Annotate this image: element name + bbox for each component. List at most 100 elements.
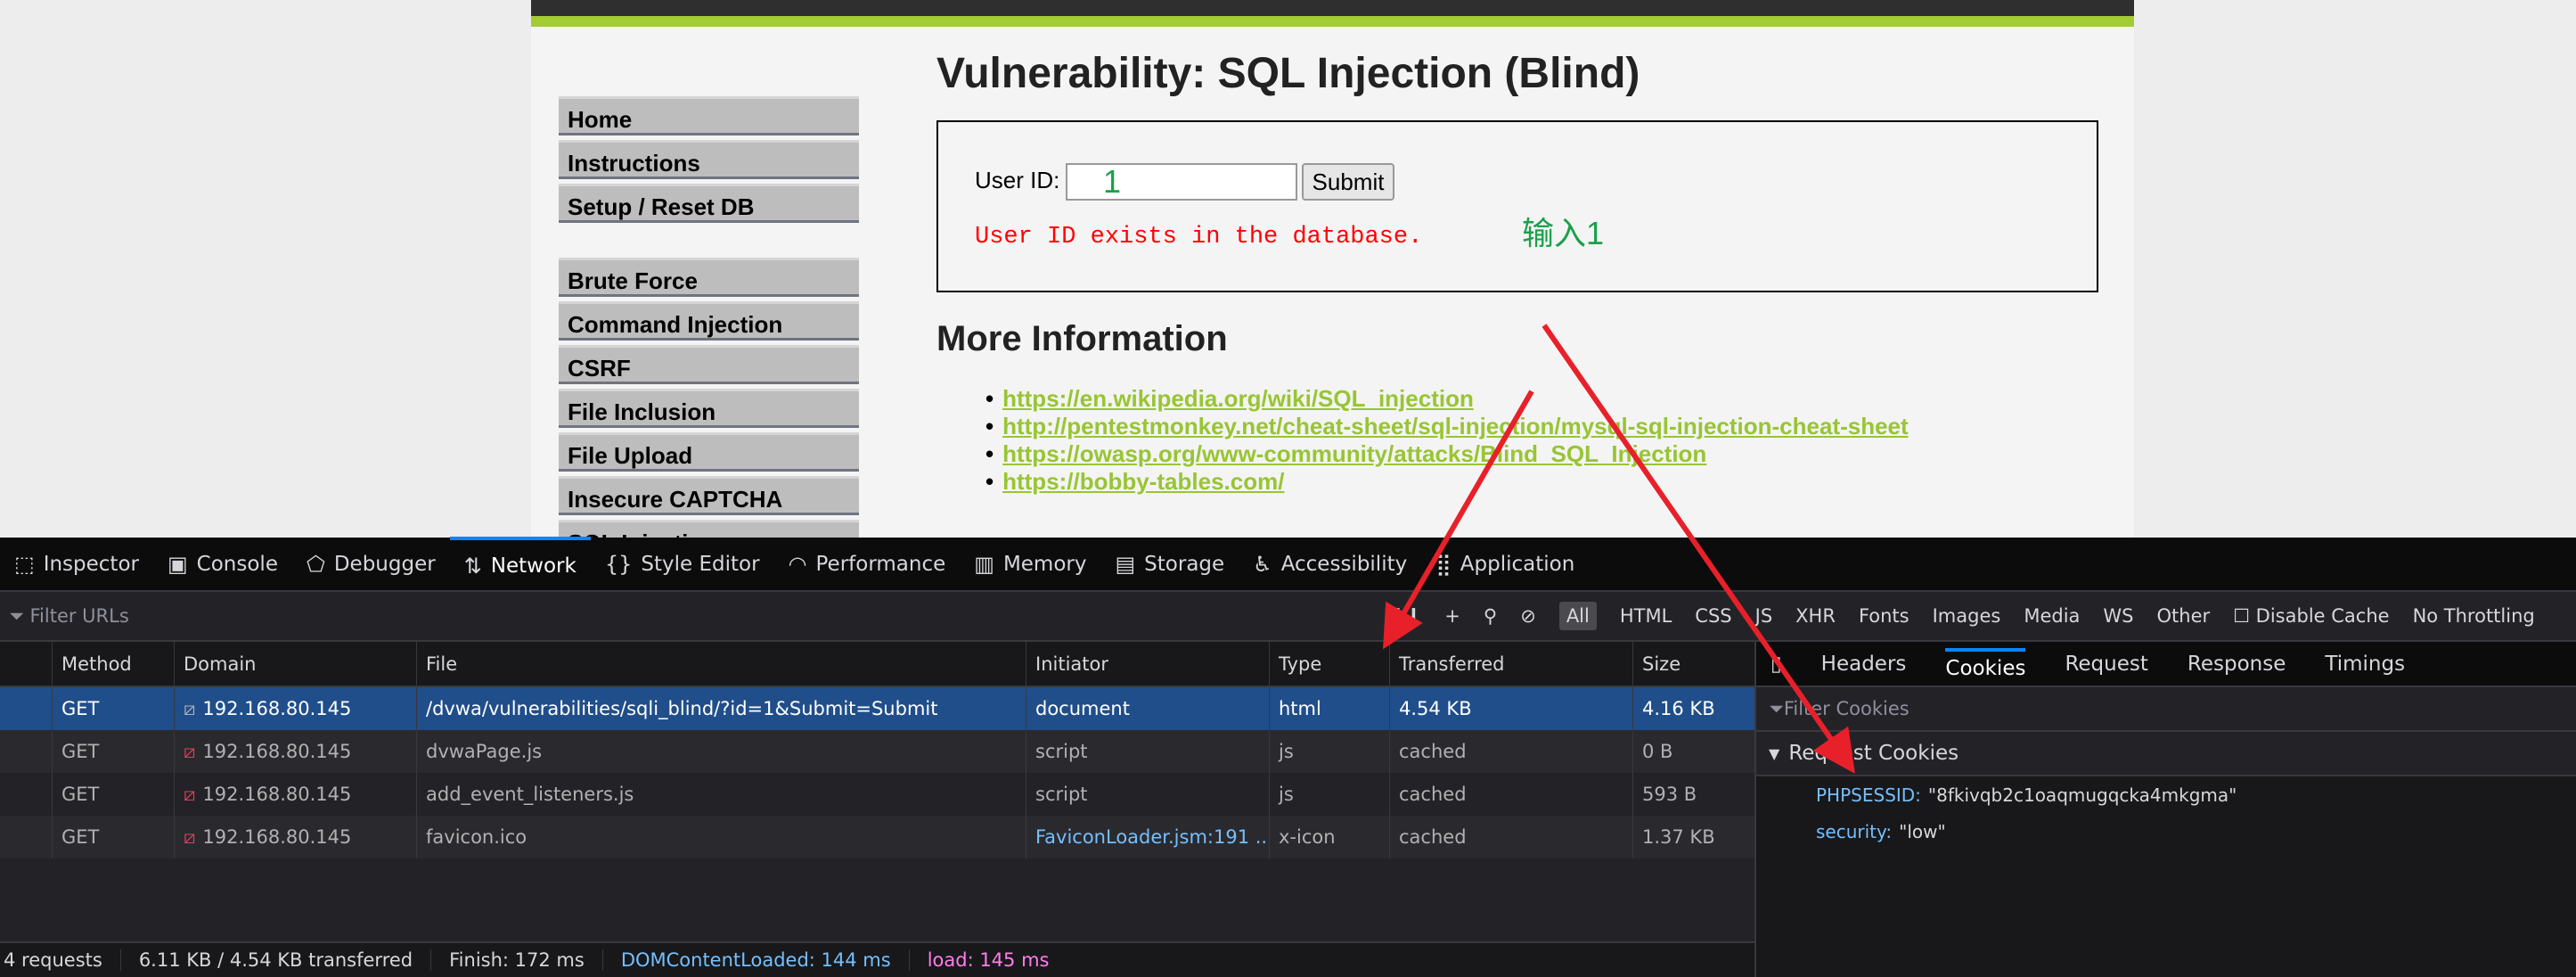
tab-label: Performance: [815, 552, 946, 576]
cell-text: 1.37 KB: [1642, 826, 1715, 848]
cell-text: dvwaPage.js: [426, 741, 543, 762]
table-row[interactable]: GET ⧄ 192.168.80.145 add_event_listeners.js…: [0, 773, 1754, 816]
link-owasp[interactable]: https://owasp.org/www-community/attacks/…: [1002, 440, 1706, 467]
cookie-phpsessid[interactable]: PHPSESSID: "8fkivqb2c1oaqmugqcka4mkgma": [1756, 776, 2576, 813]
type-filter-js[interactable]: JS: [1755, 605, 1773, 627]
annotation-text: 输入1: [1522, 215, 1605, 251]
clear-icon[interactable]: ⊘: [1520, 605, 1536, 627]
cell-file: dvwaPage.js: [417, 730, 1026, 773]
col-type[interactable]: Type: [1270, 642, 1390, 686]
tab-style-editor[interactable]: {} Style Editor: [591, 537, 774, 591]
submit-button[interactable]: Submit: [1302, 163, 1394, 201]
tab-label: Style Editor: [641, 552, 760, 576]
toggle-panel-icon[interactable]: ▯: [1770, 653, 1782, 676]
tab-accessibility[interactable]: ♿ Accessibility: [1239, 537, 1421, 591]
menu-file-inclusion[interactable]: File Inclusion: [559, 389, 859, 428]
row-gutter: [0, 730, 53, 773]
table-row[interactable]: GET ⧄ 192.168.80.145/dvwa/vulnerabilities/…: [0, 687, 1754, 730]
col-domain[interactable]: Domain: [175, 642, 417, 686]
cookie-name: security:: [1816, 820, 1893, 842]
disable-cache-label: Disable Cache: [2255, 605, 2390, 627]
cell-text: GET: [61, 826, 100, 848]
header-accent: [531, 16, 2134, 27]
performance-icon: ◠: [788, 551, 807, 577]
col-file[interactable]: File: [417, 642, 1026, 686]
request-cookies-header[interactable]: ▼ Request Cookies: [1756, 732, 2576, 776]
vulnerable-form-box: User ID: 1 Submit User ID exists in the …: [936, 120, 2098, 292]
col-method[interactable]: Method: [53, 642, 175, 686]
insecure-lock-icon: ⧄: [184, 783, 196, 805]
dom-content-loaded: DOMContentLoaded: 144 ms: [603, 949, 910, 971]
tab-label: Accessibility: [1280, 552, 1408, 576]
col-initiator[interactable]: Initiator: [1026, 642, 1270, 686]
braces-icon: {}: [604, 551, 633, 577]
tab-console[interactable]: ▣ Console: [153, 537, 292, 591]
type-filter-other[interactable]: Other: [2157, 605, 2211, 627]
cell-text: /dvwa/vulnerabilities/sqli_blind/?id=1&S…: [426, 698, 938, 719]
link-pentestmonkey[interactable]: http://pentestmonkey.net/cheat-sheet/sql…: [1002, 413, 1909, 439]
disable-cache-checkbox[interactable]: ☐ Disable Cache: [2233, 605, 2389, 627]
tab-inspector[interactable]: ⬚ Inspector: [0, 537, 153, 591]
tab-storage[interactable]: ▤ Storage: [1100, 537, 1239, 591]
throttling-select[interactable]: No Throttling: [2413, 605, 2535, 627]
cell-initiator: FaviconLoader.jsm:191 ...: [1026, 816, 1270, 858]
cell-text: GET: [61, 784, 100, 805]
tab-timings[interactable]: Timings: [2325, 653, 2405, 676]
cell-text: 192.168.80.145: [202, 698, 352, 719]
add-icon[interactable]: +: [1444, 605, 1460, 627]
user-id-input[interactable]: 1: [1066, 163, 1297, 201]
cell-domain: ⧄ 192.168.80.145: [175, 687, 417, 730]
header-bar: [531, 0, 2134, 16]
tab-headers[interactable]: Headers: [1821, 653, 1907, 676]
tab-application[interactable]: ⣿ Application: [1421, 537, 1589, 591]
cell-transferred: cached: [1390, 816, 1633, 858]
type-filter-media[interactable]: Media: [2024, 605, 2080, 627]
link-bobby-tables[interactable]: https://bobby-tables.com/: [1002, 468, 1284, 495]
type-filter-xhr[interactable]: XHR: [1795, 605, 1836, 627]
filter-cookies-input[interactable]: ⏷ Filter Cookies: [1756, 687, 2576, 732]
insecure-lock-icon: ⧄: [184, 740, 196, 762]
tab-performance[interactable]: ◠ Performance: [774, 537, 961, 591]
menu-setup[interactable]: Setup / Reset DB: [559, 184, 859, 223]
menu-home[interactable]: Home: [559, 96, 859, 135]
tab-label: Storage: [1144, 552, 1225, 576]
tab-label: Inspector: [43, 552, 139, 576]
menu-brute-force[interactable]: Brute Force: [559, 258, 859, 297]
cell-text: cached: [1399, 741, 1467, 762]
search-icon[interactable]: ⚲: [1484, 605, 1497, 627]
cell-text: 192.168.80.145: [202, 784, 352, 805]
cookie-value: "low": [1899, 820, 1946, 842]
col-transferred[interactable]: Transferred: [1390, 642, 1633, 686]
cell-method: GET: [53, 816, 175, 858]
tab-cookies[interactable]: Cookies: [1945, 647, 2026, 680]
filter-urls-input[interactable]: ⏷ Filter URLs: [0, 605, 1390, 628]
pause-icon[interactable]: ❙❙: [1390, 605, 1421, 627]
link-wikipedia[interactable]: https://en.wikipedia.org/wiki/SQL_inject…: [1002, 385, 1474, 412]
type-filter-css[interactable]: CSS: [1695, 605, 1731, 627]
tab-response[interactable]: Response: [2188, 653, 2286, 676]
type-filter-ws[interactable]: WS: [2103, 605, 2133, 627]
cookie-security[interactable]: security: "low": [1756, 813, 2576, 850]
type-filter-images[interactable]: Images: [1933, 605, 2001, 627]
tab-debugger[interactable]: ⬠ Debugger: [292, 537, 450, 591]
tab-network[interactable]: ⇅ Network: [449, 537, 591, 591]
type-filter-all[interactable]: All: [1558, 602, 1597, 630]
type-filter-html[interactable]: HTML: [1620, 605, 1672, 627]
cell-size: 0 B: [1633, 730, 1754, 773]
col-size[interactable]: Size: [1633, 642, 1754, 686]
application-grid-icon: ⣿: [1435, 551, 1452, 577]
table-row[interactable]: GET ⧄ 192.168.80.145 dvwaPage.js script js cac…: [0, 730, 1754, 773]
cell-text: favicon.ico: [426, 826, 527, 848]
menu-insecure-captcha[interactable]: Insecure CAPTCHA: [559, 476, 859, 515]
table-row[interactable]: GET ⧄ 192.168.80.145 favicon.ico FaviconLoad…: [0, 816, 1754, 858]
tab-request[interactable]: Request: [2065, 653, 2147, 676]
menu-instructions[interactable]: Instructions: [559, 140, 859, 179]
menu-command-injection[interactable]: Command Injection: [559, 301, 859, 341]
cell-text: js: [1279, 784, 1294, 805]
cell-method: GET: [53, 687, 175, 730]
cell-text: js: [1279, 741, 1294, 762]
menu-file-upload[interactable]: File Upload: [559, 432, 859, 472]
tab-memory[interactable]: ▥ Memory: [960, 537, 1100, 591]
menu-csrf[interactable]: CSRF: [559, 345, 859, 384]
type-filter-fonts[interactable]: Fonts: [1859, 605, 1910, 627]
